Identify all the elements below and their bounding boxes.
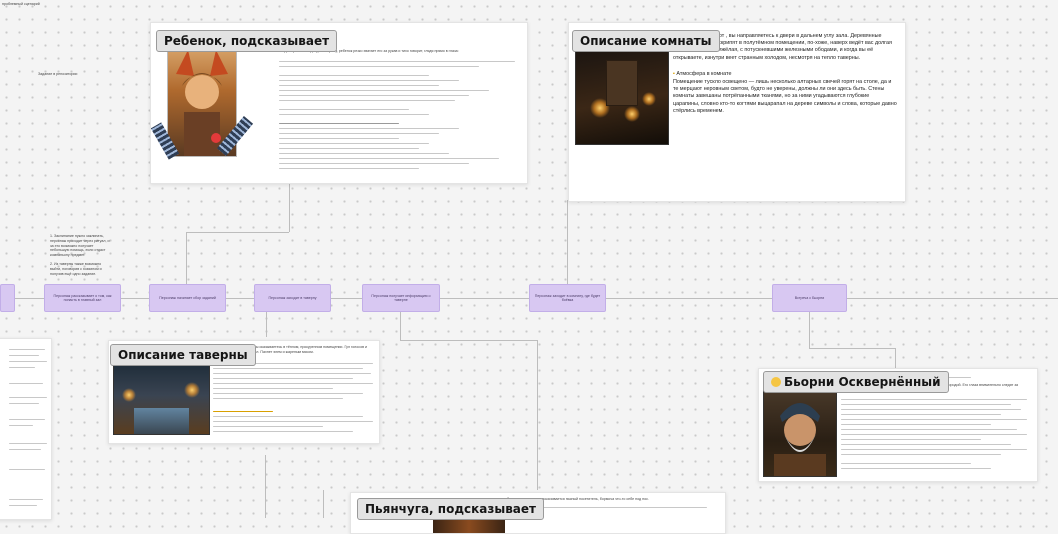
flow-node-1[interactable]: Персонаж рассказывает о том, как попасть… [44, 284, 121, 312]
connector-bjorn-v [895, 348, 896, 370]
room-atmosphere-heading: ▪ Атмосфера в комнате [673, 71, 732, 77]
connector-child [186, 232, 187, 285]
connector-tavern [266, 312, 267, 337]
flow-node-2[interactable]: Персонаж начинает сбор заданий [149, 284, 226, 312]
flow-node-6[interactable]: Встреча с Бьорни [772, 284, 847, 312]
flow-node-5[interactable]: Персонаж заходит в комнату, где будет бо… [529, 284, 606, 312]
tavern-card-title: Описание таверны [110, 344, 256, 366]
connector-bottom-mid [323, 490, 324, 518]
connector-child-v [289, 182, 290, 232]
canvas-note-left: Задание в репозитории [38, 72, 78, 76]
connector-bottom-left [265, 455, 266, 518]
connector-room [567, 200, 568, 285]
connector-info-h [400, 340, 537, 341]
left-edge-card [0, 338, 52, 520]
drunk-card-title: Пьянчуга, подсказывает [357, 498, 544, 520]
tavern-image [113, 363, 210, 435]
connector-child-h [186, 232, 289, 233]
bjorn-portrait-svg [774, 403, 826, 476]
room-image [575, 47, 669, 145]
bjorn-portrait-image [763, 387, 837, 477]
connector-bjorn [809, 312, 810, 348]
flow-node-3[interactable]: Персонаж заходит в таверну [254, 284, 331, 312]
canvas-note-top: проблемный сценарий [2, 2, 40, 6]
room-card-title: Описание комнаты [572, 30, 720, 52]
room-atmosphere-text: Помещение тускло освещено — лишь несколь… [673, 79, 897, 114]
left-note-1: 1. Заклинание нужно заклинать, персонаж … [50, 234, 110, 258]
connector-bjorn-h [809, 348, 895, 349]
bjorn-card-title: Бьорни Осквернённый [763, 371, 949, 393]
child-card-title: Ребенок, подсказывает [156, 30, 338, 52]
connector-drunk [537, 340, 538, 490]
sticker-dot [211, 133, 221, 143]
emoji-face-icon [771, 377, 781, 387]
flow-node-4[interactable]: Персонаж получает информацию о таверне [362, 284, 440, 312]
connector-info [400, 312, 401, 340]
left-note-2: 2. Из таверны также возможно выйти, пого… [50, 262, 102, 276]
flow-node-start[interactable] [0, 284, 15, 312]
